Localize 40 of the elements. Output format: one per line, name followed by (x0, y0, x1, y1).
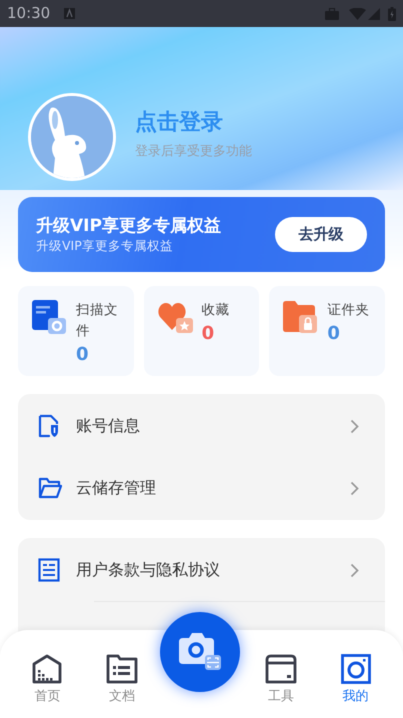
menu-label: 账号信息 (76, 415, 141, 437)
wifi-icon (349, 8, 366, 20)
status-time: 10:30 (7, 3, 50, 24)
menu-label: 云储存管理 (76, 477, 157, 499)
vip-subtitle: 升级VIP享更多专属权益 (36, 236, 174, 254)
folder-list-icon (106, 654, 138, 684)
heart-star-icon (158, 300, 194, 334)
stat-count: 0 (327, 322, 341, 346)
briefcase-icon (325, 8, 339, 20)
folder-icon (38, 477, 62, 499)
document-camera-icon (32, 300, 66, 334)
stat-label: 证件夹 (327, 301, 370, 320)
menu-item[interactable]: 账号信息 (18, 395, 385, 457)
menu-item[interactable]: 云储存管理 (18, 457, 385, 519)
chevron-right-icon (350, 418, 359, 434)
camera-frame-icon (340, 654, 371, 684)
stat-card[interactable]: 证件夹 0 (269, 286, 385, 376)
toolbox-icon (264, 654, 297, 684)
login-subtitle: 登录后享受更多功能 (135, 142, 252, 160)
stat-card[interactable]: 扫描文件 0 (18, 286, 134, 376)
chevron-right-icon (350, 562, 359, 578)
stat-card[interactable]: 收藏 0 (144, 286, 260, 376)
chevron-right-icon (350, 480, 359, 496)
camera-icon (177, 632, 223, 672)
nav-tab[interactable]: 我的 (318, 654, 393, 718)
document-list-icon (38, 558, 60, 582)
stat-label: 收藏 (202, 301, 231, 320)
vip-title: 升级VIP享更多专属权益 (36, 214, 222, 236)
signal-icon (368, 8, 380, 20)
stat-label: 扫描文件 (76, 301, 119, 341)
notification-icon (64, 8, 76, 19)
upgrade-button[interactable]: 去升级 (275, 217, 367, 252)
menu-item[interactable]: 用户条款与隐私协议 (18, 539, 385, 601)
menu-label: 用户条款与隐私协议 (76, 559, 221, 581)
folder-lock-icon (283, 300, 320, 334)
stat-count: 0 (202, 322, 216, 346)
house-icon (32, 654, 62, 684)
document-shield-icon (38, 414, 60, 438)
battery-icon (388, 6, 396, 20)
stat-count: 0 (76, 343, 90, 367)
